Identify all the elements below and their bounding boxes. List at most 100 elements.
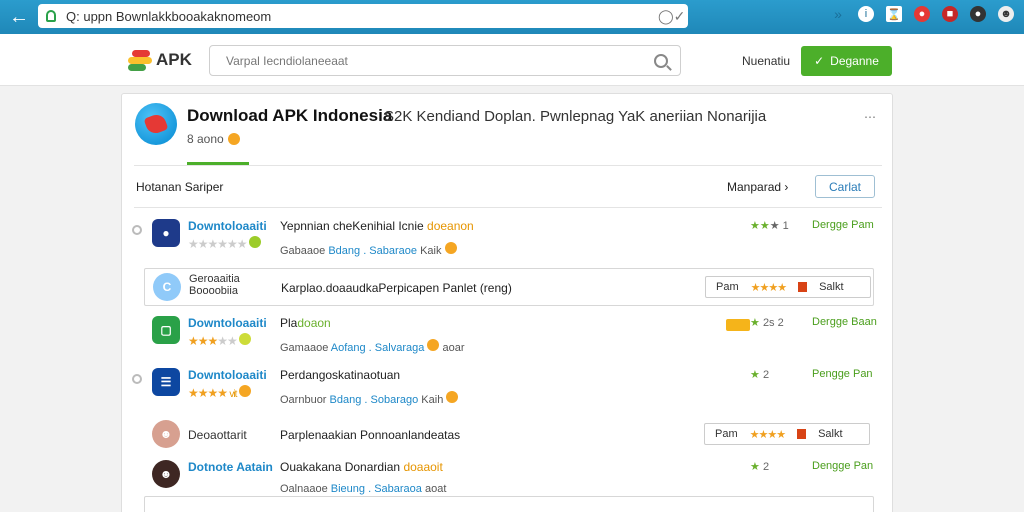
row-description: Perdangoskatinaotuan: [280, 368, 401, 382]
row-category: Gamaaoe Aofang . Salvaraga aoar: [280, 339, 465, 354]
app-subtitle: S2K Kendiand Doplan. Pwnlepnag YaK aneri…: [384, 108, 767, 125]
section-button[interactable]: Carlat: [815, 175, 875, 198]
section-link[interactable]: Manparad ›: [727, 180, 788, 194]
row-app-name[interactable]: Downtoloaaiti: [188, 368, 267, 382]
row-description: Ouakakana Donardian doaaoit: [280, 460, 443, 474]
row-download-link[interactable]: Pengge Pan: [812, 368, 873, 380]
hourglass-icon[interactable]: ⌛: [886, 6, 902, 22]
row-description: Yepnnian cheKenihial Icnie doeanon: [280, 219, 474, 233]
divider: [134, 207, 882, 208]
list-item[interactable]: ▢ Downtoloaaiti ★★★★★ Pladoaon Gamaaoe A…: [144, 310, 877, 358]
row-rating-text: 2: [762, 369, 770, 381]
row-app-name[interactable]: Deoaottarit: [188, 428, 247, 442]
extension-dice-icon[interactable]: ■: [942, 6, 958, 22]
bookmark-icon[interactable]: ◯✓: [658, 8, 688, 25]
row-desc-text: Yepnnian cheKenihial Icnie: [280, 219, 424, 233]
row-cat-link[interactable]: Aofang . Salvaraga: [331, 342, 425, 354]
row-cat-link[interactable]: Bieung . Sabaraoa: [331, 483, 422, 495]
row-download-link[interactable]: Dergge Baan: [812, 316, 877, 328]
row-cat-link[interactable]: Bdang . Sabaraoe: [328, 245, 417, 257]
apk-logo-icon: [128, 48, 152, 72]
header-link[interactable]: Nuenatiu: [742, 54, 790, 68]
row-app-name[interactable]: Geroaaitia: [189, 273, 240, 285]
row-rating: ★ 2: [750, 461, 770, 473]
row-action-pill[interactable]: Pam ★★★★ Salkt: [705, 276, 871, 298]
row-badge-icon: [726, 319, 750, 331]
address-bar[interactable]: Q: uppn Bownlakkbooakaknomeom ◯✓: [38, 4, 688, 28]
star-rating: ★★★★ vit: [188, 385, 251, 400]
list-item[interactable]: ● Downtoloaaiti ★★★★★★ Yepnnian cheKenih…: [144, 213, 874, 261]
app-row-icon: ●: [152, 219, 180, 247]
row-rating-text: 2s 2: [762, 317, 784, 329]
extension-red-icon[interactable]: ●: [914, 6, 930, 22]
app-card: Download APK Indonesia S2K Kendiand Dopl…: [121, 93, 893, 512]
row-description: Karplao.doaaudkaPerpicapen Panlet (reng): [281, 281, 512, 295]
list-item[interactable]: ☻ Deoaottarit Parplenaakian Ponnoanlande…: [144, 416, 874, 454]
header-button[interactable]: ✓ Deganne: [801, 46, 892, 76]
row-desc-highlight: doaaoit: [403, 460, 443, 474]
row-rating: ★ 2: [750, 369, 770, 381]
info-icon[interactable]: i: [858, 6, 874, 22]
row-app-name[interactable]: Downtoloaaiti: [188, 316, 267, 330]
row-cat-b: aoar: [442, 342, 465, 354]
row-app-name[interactable]: Dotnote Aatain: [188, 460, 273, 474]
url-text: Q: uppn Bownlakkbooakaknomeom: [66, 8, 272, 24]
chevron-right-icon: ›: [784, 180, 789, 194]
row-cat-a: Oalnaaoe: [280, 483, 328, 495]
back-arrow-icon[interactable]: ←: [4, 2, 34, 32]
app-row-icon: ▢: [152, 316, 180, 344]
row-rating: ★★★ 1: [750, 220, 789, 232]
site-logo[interactable]: APK: [128, 48, 192, 72]
row-rating: ★ 2s 2: [750, 317, 784, 329]
coin-icon: [446, 391, 459, 403]
divider: [134, 165, 882, 166]
row-download-link[interactable]: Dengge Pan: [812, 460, 873, 472]
row-cat-a: Oarnbuor: [280, 394, 327, 406]
download-icon: [798, 282, 808, 292]
coin-icon: [427, 339, 440, 351]
search-input[interactable]: Varpal Iecndiolaneeaat: [209, 45, 681, 76]
row-cat-link[interactable]: Bdang . Sobarago: [330, 394, 419, 406]
row-cat-b: Kaih: [421, 394, 444, 406]
secure-lock-icon: [46, 10, 56, 22]
pill-action: Salkt: [819, 281, 844, 293]
row-category: Gabaaoe Bdang . Sabaraoe Kaik: [280, 242, 457, 257]
app-icon: [135, 103, 177, 145]
row-desc-text: Ouakakana Donardian: [280, 460, 401, 474]
star-rating: ★★★★★: [188, 333, 252, 348]
search-icon[interactable]: [654, 53, 668, 68]
browser-toolbar: ← Q: uppn Bownlakkbooakaknomeom ◯✓ » i ⌛…: [0, 0, 1024, 34]
row-action-pill[interactable]: Pam ★★★★ Salkt: [704, 423, 870, 445]
download-icon: [797, 429, 807, 439]
row-app-name[interactable]: Downtoloaaiti: [188, 219, 267, 233]
extension-dark-icon[interactable]: ●: [970, 6, 986, 22]
row-description: Pladoaon: [280, 316, 331, 330]
row-desc-highlight: doeanon: [427, 219, 474, 233]
more-options-icon[interactable]: ⋯: [864, 110, 876, 124]
row-download-link[interactable]: Dergge Pam: [812, 219, 874, 231]
list-item[interactable]: C Geroaaitia Boooobiia Karplao.doaaudkaP…: [144, 268, 874, 306]
app-row-icon: ☰: [152, 368, 180, 396]
row-category: Oarnbuor Bdang . Sobarago Kaih: [280, 391, 459, 406]
row-rating-text: 2: [762, 461, 770, 473]
app-row-icon: ☻: [152, 420, 180, 448]
app-row-icon: ☻: [152, 460, 180, 488]
check-icon: ✓: [814, 54, 825, 68]
list-item[interactable]: ☻ Dotnote Aatain Ouakakana Donardian doa…: [144, 454, 874, 502]
forward-icon[interactable]: »: [830, 6, 846, 22]
header-button-label: Deganne: [830, 54, 879, 68]
row-cat-a: Gabaaoe: [280, 245, 326, 257]
site-header: APK Varpal Iecndiolaneeaat Nuenatiu ✓ De…: [0, 34, 1024, 86]
row-cat-b: Kaik: [420, 245, 442, 257]
row-category: Oalnaaoe Bieung . Sabaraoa aoat: [280, 483, 446, 495]
profile-avatar-icon[interactable]: ☻: [998, 6, 1014, 22]
list-item[interactable]: [144, 496, 874, 512]
row-bullet-icon: [132, 374, 142, 384]
logo-text: APK: [156, 50, 192, 69]
app-row-icon: C: [153, 273, 181, 301]
list-item[interactable]: ☰ Downtoloaaiti ★★★★ vit Perdangoskatina…: [144, 362, 874, 410]
app-meta-text: 8 aono: [187, 132, 224, 146]
search-placeholder: Varpal Iecndiolaneeaat: [226, 53, 348, 68]
row-cat-a: Gamaaoe: [280, 342, 329, 354]
star-tail-text: vit: [229, 389, 237, 400]
